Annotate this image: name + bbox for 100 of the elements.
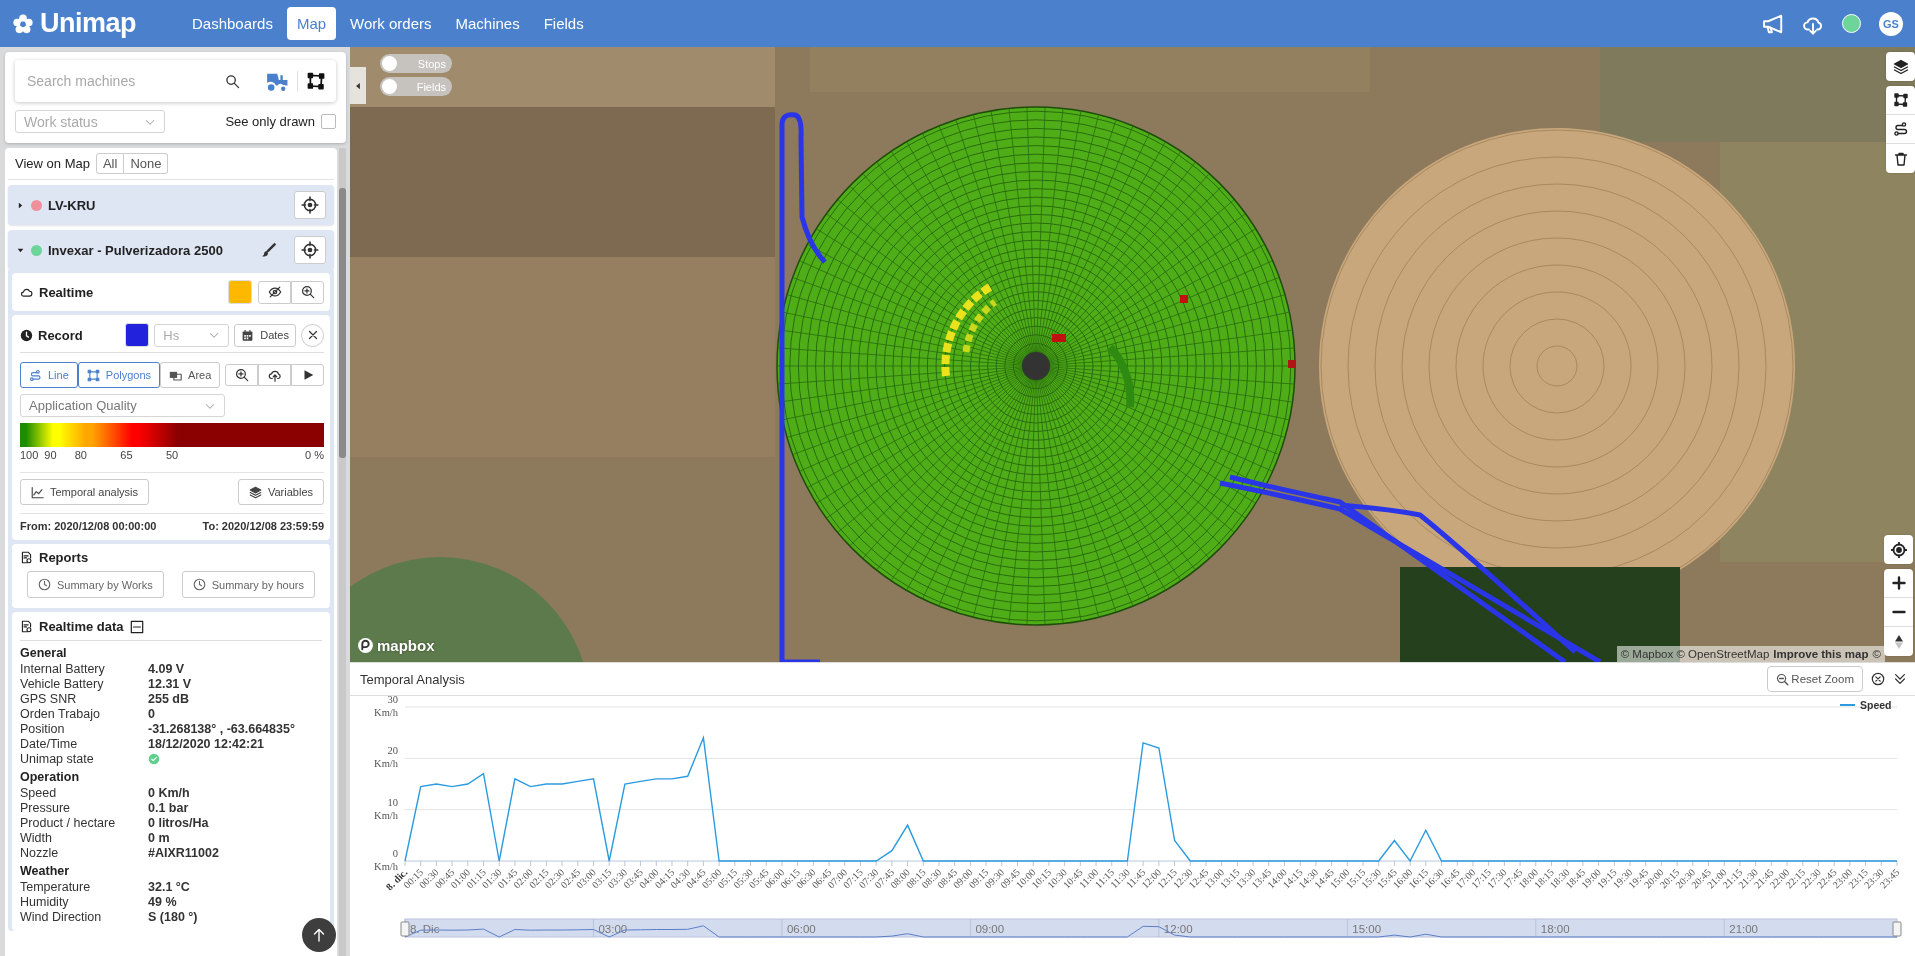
data-value: 4.09 V bbox=[148, 661, 185, 676]
mode-toggle-button[interactable]: Polygons bbox=[77, 362, 161, 388]
data-label: Nozzle bbox=[20, 845, 60, 860]
variables-button[interactable]: Variables bbox=[237, 479, 324, 505]
realtime-data-title: Realtime data bbox=[39, 619, 124, 634]
upload-button[interactable] bbox=[258, 364, 291, 386]
nav-tab[interactable]: Machines bbox=[445, 7, 530, 40]
color-swatch[interactable] bbox=[228, 280, 252, 304]
zoom-in-icon bbox=[300, 285, 315, 299]
megaphone-icon[interactable] bbox=[1762, 12, 1784, 35]
scale-label: 50 bbox=[165, 449, 179, 461]
checkbox[interactable] bbox=[321, 114, 336, 129]
navigator-label: 09:00 bbox=[975, 923, 1005, 935]
data-value: -31.268138° , -63.664835° bbox=[148, 721, 295, 736]
nav-tab[interactable]: Dashboards bbox=[182, 7, 283, 40]
data-value: 32.1 °C bbox=[148, 879, 190, 894]
close-button[interactable] bbox=[301, 323, 324, 347]
trash-icon bbox=[1892, 150, 1909, 167]
user-avatar[interactable]: GS bbox=[1879, 11, 1903, 36]
mapbox-logo-icon bbox=[357, 637, 374, 654]
zoom-button[interactable] bbox=[291, 280, 324, 304]
data-label: Temperature bbox=[20, 879, 92, 894]
record-label: Record bbox=[38, 327, 83, 343]
navigator-handle[interactable] bbox=[400, 921, 410, 937]
data-value: 49 % bbox=[148, 894, 177, 909]
zoom-in-icon bbox=[234, 368, 249, 382]
improve-map-link[interactable]: Improve this map bbox=[1773, 648, 1869, 660]
data-label: Width bbox=[20, 830, 53, 845]
layers-icon bbox=[248, 485, 262, 499]
scale-label: 90 bbox=[44, 449, 57, 461]
scale-label: 65 bbox=[120, 449, 133, 461]
satellite-map-placeholder[interactable]: Stops Fields mapbox © Mapbox © OpenStreetMap Improve this map © bbox=[350, 47, 1915, 662]
close-icon[interactable] bbox=[1871, 672, 1885, 686]
locate-button[interactable] bbox=[294, 236, 326, 264]
view-on-map-label: View on Map bbox=[15, 156, 90, 171]
view-option-button[interactable]: All bbox=[95, 153, 125, 174]
axis-label: 30 Km/h bbox=[374, 696, 398, 718]
double-chevron-down-icon[interactable] bbox=[1893, 672, 1907, 686]
polygon-icon bbox=[1892, 92, 1909, 108]
data-label: Date/Time bbox=[20, 736, 79, 751]
arrow-up-icon bbox=[311, 927, 327, 943]
reset-zoom-button[interactable]: Reset Zoom bbox=[1767, 666, 1863, 692]
machine-row[interactable]: LV-KRU bbox=[8, 185, 334, 225]
nav-tab[interactable]: Map bbox=[286, 7, 337, 40]
group-heading: Weather bbox=[20, 863, 71, 879]
machine-row[interactable]: Invexar - Pulverizadora 2500 bbox=[8, 230, 334, 270]
color-swatch[interactable] bbox=[125, 323, 150, 347]
nav-tab[interactable]: Fields bbox=[533, 7, 594, 40]
dates-button[interactable]: Dates bbox=[234, 323, 296, 347]
scale-gradient-segment bbox=[58, 423, 86, 447]
data-label: Orden Trabajo bbox=[20, 706, 101, 721]
data-value: #AIXR11002 bbox=[148, 845, 219, 860]
calendar-icon bbox=[241, 328, 255, 342]
scale-gradient-segment bbox=[91, 423, 132, 447]
nav-tab[interactable]: Work orders bbox=[340, 7, 442, 40]
data-label: Wind Direction bbox=[20, 909, 103, 924]
zoom-button[interactable] bbox=[225, 364, 258, 386]
temporal-analysis-button[interactable]: Temporal analysis bbox=[20, 479, 150, 505]
navigator-track[interactable] bbox=[404, 918, 1898, 938]
clock-icon bbox=[38, 578, 51, 591]
scrollbar[interactable] bbox=[339, 148, 346, 956]
data-label: GPS SNR bbox=[20, 691, 78, 706]
mode-toggle-button[interactable]: Line bbox=[20, 362, 78, 388]
data-value: 0 Km/h bbox=[148, 785, 190, 800]
eye-slash-icon bbox=[267, 285, 282, 299]
navigator-handle[interactable] bbox=[1892, 921, 1902, 937]
scale-gradient-segment bbox=[26, 423, 53, 447]
report-button[interactable]: Summary by hours bbox=[181, 571, 315, 598]
view-option-button[interactable]: None bbox=[124, 153, 169, 174]
locate-button[interactable] bbox=[294, 191, 326, 219]
variable-dropdown[interactable]: Application Quality bbox=[20, 394, 225, 417]
caret-right-icon[interactable] bbox=[16, 200, 25, 210]
collapse-icon[interactable] bbox=[129, 619, 144, 634]
panel-title: Temporal Analysis bbox=[360, 671, 465, 687]
paintbrush-icon[interactable] bbox=[261, 242, 276, 258]
see-only-drawn-label: See only drawn bbox=[225, 114, 315, 129]
map-logo-text: mapbox bbox=[377, 637, 435, 654]
machine-name: LV-KRU bbox=[48, 197, 97, 213]
mode-toggle-button[interactable]: Area bbox=[160, 362, 221, 388]
group-heading: Operation bbox=[20, 769, 81, 785]
data-label: Product / hectare bbox=[20, 815, 117, 830]
data-label: Pressure bbox=[20, 800, 72, 815]
navigator-label: 8. Dic bbox=[410, 923, 440, 935]
legend-label[interactable]: Speed bbox=[1860, 699, 1892, 711]
report-button[interactable]: Summary by Works bbox=[27, 571, 164, 598]
crosshair-icon bbox=[301, 196, 319, 214]
search-icon[interactable] bbox=[225, 73, 240, 89]
crosshair-icon bbox=[301, 241, 319, 259]
navigator-label: 15:00 bbox=[1352, 923, 1382, 935]
data-value: 0 m bbox=[148, 830, 170, 845]
axis-label: 0 Km/h bbox=[374, 848, 398, 872]
machine-name: Invexar - Pulverizadora 2500 bbox=[48, 242, 224, 258]
play-button[interactable] bbox=[291, 364, 324, 386]
navigator-label: 18:00 bbox=[1540, 923, 1570, 935]
attribution-text: © bbox=[1872, 648, 1881, 660]
hide-button[interactable] bbox=[258, 280, 291, 304]
scale-gradient-segment bbox=[137, 423, 178, 447]
clock-icon bbox=[20, 328, 33, 342]
data-value: S (180 °) bbox=[148, 909, 198, 924]
polygon-icon[interactable] bbox=[306, 71, 326, 91]
